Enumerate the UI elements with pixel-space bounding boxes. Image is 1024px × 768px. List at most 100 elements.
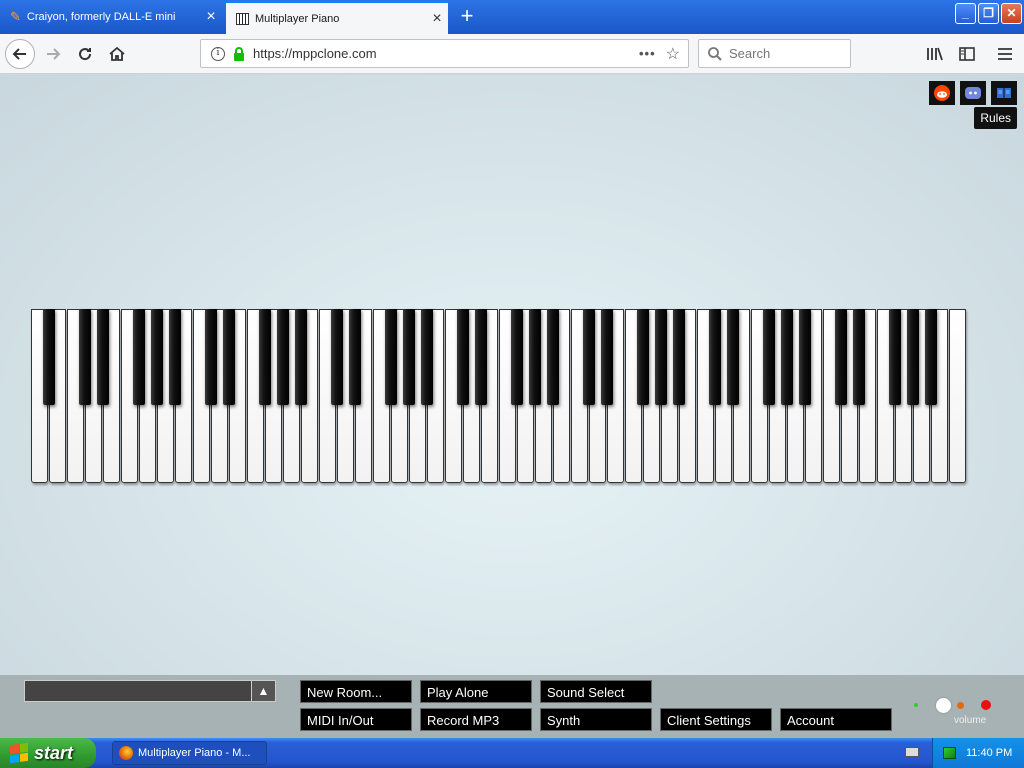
black-key[interactable] — [456, 309, 469, 405]
reload-icon — [79, 48, 92, 61]
black-key[interactable] — [204, 309, 217, 405]
tab-craiyon[interactable]: ✎ Craiyon, formerly DALL-E mini × — [0, 2, 222, 32]
close-tab-icon[interactable]: × — [426, 10, 448, 28]
discord-button[interactable] — [960, 81, 986, 105]
status-dot-red — [981, 700, 991, 710]
black-key[interactable] — [780, 309, 793, 405]
piano-keyboard[interactable] — [31, 309, 967, 483]
keyboard-icon[interactable] — [905, 747, 919, 757]
home-button[interactable] — [102, 39, 132, 69]
black-key[interactable] — [330, 309, 343, 405]
close-tab-icon[interactable]: × — [200, 8, 222, 26]
black-key[interactable] — [420, 309, 433, 405]
volume-label: volume — [954, 715, 987, 726]
social-links — [929, 81, 1017, 105]
search-input[interactable] — [729, 46, 839, 61]
black-key[interactable] — [906, 309, 919, 405]
address-bar[interactable]: i https://mppclone.com ••• ☆ — [200, 39, 689, 68]
library-button[interactable] — [920, 39, 950, 69]
taskbar: start Multiplayer Piano - M... 11:40 PM — [0, 738, 1024, 768]
black-key[interactable] — [672, 309, 685, 405]
pencil-icon: ✎ — [10, 9, 21, 24]
new-tab-button[interactable]: + — [454, 4, 480, 30]
info-icon[interactable]: i — [211, 46, 225, 61]
black-key[interactable] — [222, 309, 235, 405]
back-button[interactable] — [5, 39, 35, 69]
black-key[interactable] — [726, 309, 739, 405]
minimize-button[interactable]: _ — [955, 3, 976, 24]
black-key[interactable] — [600, 309, 613, 405]
black-key[interactable] — [96, 309, 109, 405]
chat-expand-button[interactable]: ▲ — [251, 681, 275, 701]
reload-button[interactable] — [70, 39, 100, 69]
black-key[interactable] — [546, 309, 559, 405]
piano-favicon-icon — [236, 12, 249, 25]
menu-button[interactable] — [990, 39, 1020, 69]
url-text[interactable]: https://mppclone.com — [253, 46, 639, 61]
sound-select-button[interactable]: Sound Select — [540, 680, 652, 703]
midi-in-out-button[interactable]: MIDI In/Out — [300, 708, 412, 731]
lock-icon — [233, 46, 245, 61]
black-key[interactable] — [924, 309, 937, 405]
bookmark-star-icon[interactable]: ☆ — [666, 44, 680, 64]
synth-button[interactable]: Synth — [540, 708, 652, 731]
browser-tab-strip: ✎ Craiyon, formerly DALL-E mini × Multip… — [0, 0, 1024, 34]
black-key[interactable] — [852, 309, 865, 405]
tab-multiplayer-piano[interactable]: Multiplayer Piano × — [226, 1, 448, 34]
black-key[interactable] — [294, 309, 307, 405]
rules-button[interactable] — [991, 81, 1017, 105]
page-actions-icon[interactable]: ••• — [639, 46, 656, 61]
black-key[interactable] — [384, 309, 397, 405]
arrow-left-icon — [12, 48, 26, 60]
start-button[interactable]: start — [0, 738, 96, 768]
network-icon[interactable] — [943, 747, 956, 759]
black-key[interactable] — [150, 309, 163, 405]
reddit-button[interactable] — [929, 81, 955, 105]
black-key[interactable] — [798, 309, 811, 405]
black-key[interactable] — [510, 309, 523, 405]
search-box[interactable] — [698, 39, 851, 68]
black-key[interactable] — [276, 309, 289, 405]
hamburger-menu-icon — [998, 48, 1012, 60]
black-key[interactable] — [42, 309, 55, 405]
account-button[interactable]: Account — [780, 708, 892, 731]
black-key[interactable] — [582, 309, 595, 405]
home-icon — [109, 46, 125, 61]
black-key[interactable] — [762, 309, 775, 405]
black-key[interactable] — [474, 309, 487, 405]
forward-button[interactable] — [38, 39, 68, 69]
white-key[interactable] — [949, 309, 966, 483]
black-key[interactable] — [132, 309, 145, 405]
taskbar-item-firefox[interactable]: Multiplayer Piano - M... — [112, 741, 267, 765]
system-tray: 11:40 PM — [932, 738, 1024, 768]
black-key[interactable] — [708, 309, 721, 405]
sidebar-button[interactable] — [952, 39, 982, 69]
record-mp3-button[interactable]: Record MP3 — [420, 708, 532, 731]
close-window-button[interactable]: ✕ — [1001, 3, 1022, 24]
chat-input[interactable] — [25, 681, 251, 701]
black-key[interactable] — [402, 309, 415, 405]
black-key[interactable] — [834, 309, 847, 405]
play-alone-button[interactable]: Play Alone — [420, 680, 532, 703]
firefox-icon — [119, 746, 133, 760]
taskbar-item-label: Multiplayer Piano - M... — [138, 747, 251, 759]
black-key[interactable] — [78, 309, 91, 405]
clock: 11:40 PM — [966, 747, 1013, 759]
reddit-icon — [934, 85, 950, 101]
black-key[interactable] — [348, 309, 361, 405]
library-icon — [927, 47, 943, 61]
black-key[interactable] — [888, 309, 901, 405]
page-content: Rules — [0, 75, 1024, 675]
volume-knob[interactable] — [936, 698, 951, 713]
black-key[interactable] — [654, 309, 667, 405]
black-key[interactable] — [258, 309, 271, 405]
tab-title: Multiplayer Piano — [255, 12, 340, 25]
restore-button[interactable]: ❐ — [978, 3, 999, 24]
client-settings-button[interactable]: Client Settings — [660, 708, 772, 731]
new-room-button[interactable]: New Room... — [300, 680, 412, 703]
chat-box[interactable]: ▲ — [24, 680, 276, 702]
black-key[interactable] — [528, 309, 541, 405]
volume-control[interactable]: volume — [908, 695, 998, 731]
black-key[interactable] — [636, 309, 649, 405]
black-key[interactable] — [168, 309, 181, 405]
